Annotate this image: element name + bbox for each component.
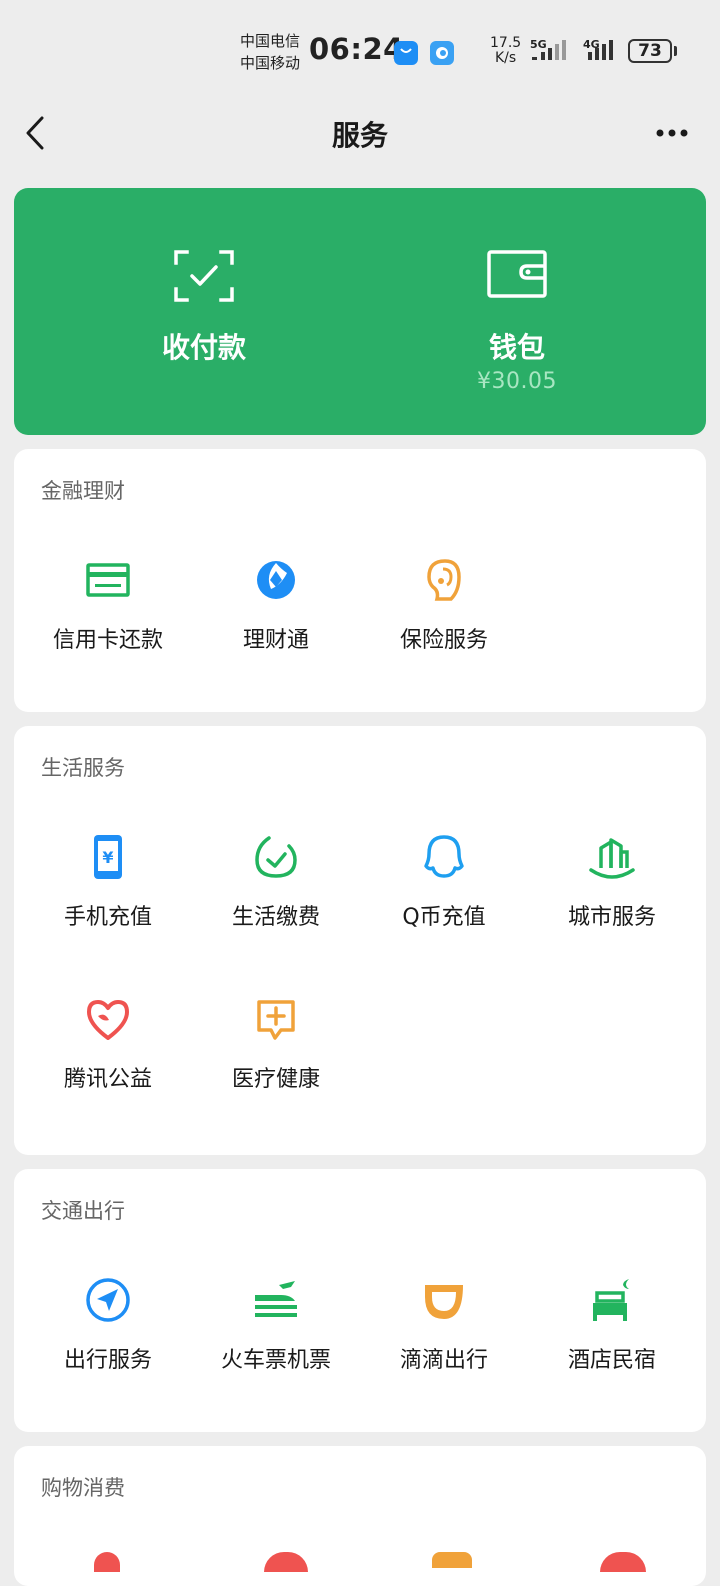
service-qq-coin-recharge[interactable]: Q币充值: [360, 832, 528, 952]
service-insurance[interactable]: 保险服务: [360, 555, 528, 675]
service-train-flight-tickets[interactable]: 火车票机票: [192, 1275, 360, 1395]
status-time: 06:24: [309, 32, 404, 66]
finance-section: 金融理财 信用卡还款 理财通 保险服务: [14, 449, 706, 712]
section-title-shopping: 购物消费: [41, 1476, 125, 1500]
carrier-info: 中国电信 中国移动: [240, 30, 300, 74]
medical-icon: [257, 1000, 295, 1040]
carrier-2: 中国移动: [240, 54, 301, 72]
qq-coin-icon: [424, 835, 464, 878]
svg-text:¥: ¥: [102, 848, 113, 867]
wallet-button[interactable]: 钱包 ¥30.05: [344, 188, 690, 435]
didi-icon: [425, 1285, 463, 1319]
hotel-bed-icon: [593, 1279, 629, 1321]
shopping-icon-2[interactable]: [264, 1552, 308, 1572]
network-speed: 17.5 K/s: [490, 36, 521, 66]
grid-label: 滴滴出行: [399, 1348, 488, 1373]
shopping-section: 购物消费: [14, 1446, 706, 1586]
status-bar: 中国电信 中国移动 06:24 17.5 K/s 5G 4G 73: [0, 0, 720, 96]
scan-check-icon: [174, 250, 234, 302]
service-didi[interactable]: 滴滴出行: [360, 1275, 528, 1395]
phone-recharge-icon: ¥: [94, 835, 122, 879]
network-speed-unit: K/s: [494, 50, 517, 66]
service-hotel-homestay[interactable]: 酒店民宿: [528, 1275, 696, 1395]
charity-heart-icon: [87, 1000, 129, 1040]
grid-label: 火车票机票: [220, 1348, 331, 1373]
battery-tip: [674, 46, 677, 56]
grid-label: 保险服务: [399, 628, 488, 653]
wallet-icon: [487, 250, 547, 298]
signal-strength-icon-2: [588, 40, 613, 60]
grid-label: 出行服务: [63, 1348, 152, 1373]
browser-notification-icon: [430, 41, 454, 65]
city-service-icon: [589, 838, 635, 879]
section-title-finance: 金融理财: [41, 479, 125, 503]
shopping-icon-1[interactable]: [94, 1552, 120, 1572]
shopping-icon-3[interactable]: [432, 1552, 472, 1568]
train-plane-icon: [255, 1281, 297, 1317]
grid-label: 生活缴费: [231, 905, 320, 930]
pay-receive-button[interactable]: 收付款: [31, 188, 377, 435]
section-title-life: 生活服务: [41, 756, 125, 780]
grid-label: 医疗健康: [231, 1067, 320, 1092]
service-tencent-charity[interactable]: 腾讯公益: [24, 994, 192, 1114]
service-wealth-management[interactable]: 理财通: [192, 555, 360, 675]
signal-strength-icon: [532, 40, 566, 60]
service-credit-card-repayment[interactable]: 信用卡还款: [24, 555, 192, 675]
insurance-icon: [427, 559, 461, 601]
service-phone-recharge[interactable]: ¥ 手机充值: [24, 832, 192, 952]
service-city-services[interactable]: 城市服务: [528, 832, 696, 952]
navigation-bar: 服务: [0, 96, 720, 172]
service-travel[interactable]: 出行服务: [24, 1275, 192, 1395]
section-title-transport: 交通出行: [41, 1199, 125, 1223]
utility-payment-icon: [255, 836, 297, 878]
payment-wallet-card: 收付款 钱包 ¥30.05: [14, 188, 706, 435]
wealth-icon: [257, 561, 295, 599]
grid-label: 城市服务: [567, 905, 656, 930]
credit-card-icon: [86, 563, 130, 597]
grid-label: 腾讯公益: [63, 1067, 152, 1092]
grid-label: 理财通: [242, 628, 309, 653]
shopping-bag-notification-icon: [394, 41, 418, 65]
more-dots-icon: [656, 129, 688, 137]
battery-indicator: 73: [628, 39, 672, 63]
grid-label: 手机充值: [63, 905, 152, 930]
network-speed-value: 17.5: [490, 35, 522, 51]
service-utility-payment[interactable]: 生活缴费: [192, 832, 360, 952]
transport-section: 交通出行 出行服务 火车票机票 滴滴出行 酒店民宿: [14, 1169, 706, 1432]
carrier-1: 中国电信: [240, 32, 301, 50]
more-options-button[interactable]: [644, 118, 700, 148]
grid-label: Q币充值: [402, 905, 486, 930]
grid-label: 酒店民宿: [567, 1348, 656, 1373]
life-services-section: 生活服务 ¥ 手机充值 生活缴费 Q币充值 城市服务 腾讯公益 医疗健康: [14, 726, 706, 1155]
wallet-label: 钱包: [488, 331, 545, 364]
service-medical-health[interactable]: 医疗健康: [192, 994, 360, 1114]
grid-label: 信用卡还款: [52, 628, 163, 653]
pay-receive-label: 收付款: [161, 331, 246, 364]
travel-compass-icon: [86, 1278, 130, 1322]
shopping-icon-4[interactable]: [600, 1552, 646, 1572]
page-title: 服务: [331, 119, 388, 152]
wallet-balance: ¥30.05: [477, 369, 557, 394]
